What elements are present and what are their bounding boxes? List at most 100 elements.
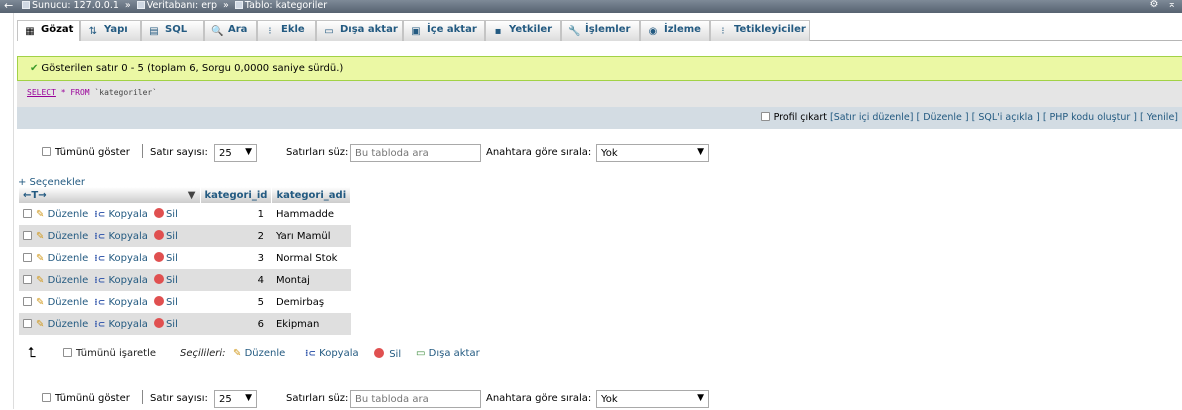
row-actions-cell: ✎ Düzenle ⁝⊂ Kopyala Sil — [19, 291, 200, 313]
delete-icon — [153, 274, 164, 284]
cell-kategori-adi[interactable]: Montaj — [271, 269, 351, 291]
copy-icon: ⁝⊂ — [94, 298, 106, 308]
copy-button[interactable]: ⁝⊂ Kopyala — [94, 209, 148, 220]
sql-query: SELECT * FROM `kategoriler` — [17, 81, 1182, 107]
row-checkbox[interactable] — [23, 297, 32, 306]
cell-kategori-id[interactable]: 2 — [200, 225, 272, 247]
edit-button[interactable]: ✎ Düzenle — [36, 319, 88, 330]
tab-label: İçe aktar — [427, 24, 477, 35]
tab-triggers[interactable]: ⁝ Tetikleyiciler — [710, 20, 810, 41]
show-all-toggle[interactable]: Tümünü göster — [42, 147, 130, 158]
check-all-checkbox[interactable] — [63, 348, 72, 357]
show-all-toggle[interactable]: Tümünü göster — [42, 393, 130, 404]
column-header-kategori-id[interactable]: kategori_id — [200, 187, 273, 203]
insert-icon: ⁝ — [268, 26, 272, 37]
cell-kategori-adi[interactable]: Normal Stok — [271, 247, 351, 269]
delete-button[interactable]: Sil — [153, 208, 178, 220]
copy-button[interactable]: ⁝⊂ Kopyala — [94, 297, 148, 308]
edit-button[interactable]: ✎ Düzenle — [36, 231, 88, 242]
copy-button[interactable]: ⁝⊂ Kopyala — [94, 253, 148, 264]
cell-kategori-adi[interactable]: Yarı Mamül — [271, 225, 351, 247]
bulk-delete-button[interactable]: Sil — [374, 348, 401, 360]
pencil-icon: ✎ — [36, 275, 45, 286]
sort-value: Yok — [601, 148, 618, 159]
row-checkbox[interactable] — [23, 231, 32, 240]
tab-bar: ▦ Gözat ⇅ Yapı ▤ SQL 🔍 Ara ⁝ Ekle ▭ Dışa aktar… — [17, 20, 1182, 41]
delete-button[interactable]: Sil — [153, 274, 178, 286]
cell-kategori-adi[interactable]: Demirbaş — [271, 291, 351, 313]
delete-label: Sil — [165, 319, 178, 330]
divider — [142, 144, 143, 158]
bulk-export-button[interactable]: ▭ Dışa aktar — [416, 348, 480, 359]
row-checkbox[interactable] — [23, 319, 32, 328]
tab-browse[interactable]: ▦ Gözat — [17, 20, 80, 41]
bulk-copy-button[interactable]: ⁝⊂ Kopyala — [305, 348, 359, 359]
rows-select[interactable]: 25 ▼ — [214, 390, 257, 408]
copy-button[interactable]: ⁝⊂ Kopyala — [94, 275, 148, 286]
profiling-checkbox[interactable] — [760, 112, 770, 121]
rows-select[interactable]: 25 ▼ — [214, 144, 257, 162]
cell-kategori-id[interactable]: 3 — [200, 247, 272, 269]
copy-button[interactable]: ⁝⊂ Kopyala — [94, 319, 148, 330]
tab-sql[interactable]: ▤ SQL — [141, 20, 204, 41]
filter-input[interactable]: Bu tabloda ara — [350, 390, 481, 408]
pencil-icon: ✎ — [36, 209, 45, 220]
show-all-checkbox[interactable] — [42, 393, 51, 402]
delete-button[interactable]: Sil — [153, 230, 178, 242]
arrow-up-left-icon: ⮤ — [28, 345, 37, 361]
sql-icon: ▤ — [149, 26, 159, 37]
cell-kategori-id[interactable]: 6 — [200, 313, 272, 335]
tab-operations[interactable]: 🔧 İşlemler — [561, 20, 640, 41]
tab-structure[interactable]: ⇅ Yapı — [80, 20, 141, 41]
sort-select[interactable]: Yok ▼ — [596, 390, 709, 408]
sort-arrow-icon[interactable]: ▼ — [188, 190, 196, 201]
import-icon: ▣ — [411, 26, 421, 37]
row-checkbox[interactable] — [23, 253, 32, 262]
resize-arrows-icon[interactable]: ←T→ — [23, 190, 47, 201]
row-actions-cell: ✎ Düzenle ⁝⊂ Kopyala Sil — [19, 269, 200, 291]
rows-value: 25 — [219, 148, 232, 159]
filter-input[interactable]: Bu tabloda ara — [350, 144, 481, 162]
delete-icon — [374, 348, 384, 358]
tab-export[interactable]: ▭ Dışa aktar — [316, 20, 403, 41]
collapse-icon[interactable]: ⌅ — [1168, 0, 1176, 10]
chevron-down-icon: ▼ — [245, 147, 252, 157]
tab-tracking[interactable]: ◉ İzleme — [640, 20, 710, 41]
tab-insert[interactable]: ⁝ Ekle — [257, 20, 316, 41]
copy-icon: ⁝⊂ — [94, 276, 106, 286]
delete-button[interactable]: Sil — [153, 318, 178, 330]
breadcrumb-database[interactable]: Veritabanı: erp — [147, 0, 217, 11]
show-all-label: Tümünü göster — [55, 393, 130, 404]
cell-kategori-id[interactable]: 1 — [200, 203, 272, 225]
cell-kategori-adi[interactable]: Ekipman — [271, 313, 351, 335]
check-all-toggle[interactable]: Tümünü işaretle — [63, 348, 156, 359]
column-header-kategori-adi[interactable]: kategori_adi — [271, 187, 352, 203]
tab-search[interactable]: 🔍 Ara — [204, 20, 257, 41]
settings-icon[interactable]: ⚙ — [1149, 0, 1158, 10]
row-checkbox[interactable] — [23, 275, 32, 284]
sort-select[interactable]: Yok ▼ — [596, 144, 709, 162]
edit-button[interactable]: ✎ Düzenle — [36, 209, 88, 220]
sql-keyword-select[interactable]: SELECT — [27, 88, 56, 97]
edit-button[interactable]: ✎ Düzenle — [36, 253, 88, 264]
back-arrow-icon[interactable]: ← — [4, 0, 13, 12]
cell-kategori-adi[interactable]: Hammadde — [271, 203, 351, 225]
edit-label: Düzenle — [47, 275, 89, 286]
edit-button[interactable]: ✎ Düzenle — [36, 275, 88, 286]
copy-icon: ⁝⊂ — [94, 320, 106, 330]
cell-kategori-id[interactable]: 5 — [200, 291, 272, 313]
tab-privileges[interactable]: ▪ Yetkiler — [485, 20, 561, 41]
breadcrumb-table[interactable]: Tablo: kategoriler — [245, 0, 327, 11]
bulk-edit-button[interactable]: ✎ Düzenle — [233, 348, 285, 359]
delete-button[interactable]: Sil — [153, 296, 178, 308]
copy-button[interactable]: ⁝⊂ Kopyala — [94, 231, 148, 242]
edit-button[interactable]: ✎ Düzenle — [36, 297, 88, 308]
row-checkbox[interactable] — [23, 209, 32, 218]
show-all-checkbox[interactable] — [42, 147, 51, 156]
delete-button[interactable]: Sil — [153, 252, 178, 264]
tab-import[interactable]: ▣ İçe aktar — [403, 20, 485, 41]
breadcrumb-server[interactable]: Sunucu: 127.0.0.1 — [32, 0, 119, 11]
query-tool-links[interactable]: [Satır içi düzenle] [ Düzenle ] [ SQL'i … — [830, 112, 1178, 123]
cell-kategori-id[interactable]: 4 — [200, 269, 272, 291]
filter-label: Satırları süz: — [286, 393, 349, 404]
